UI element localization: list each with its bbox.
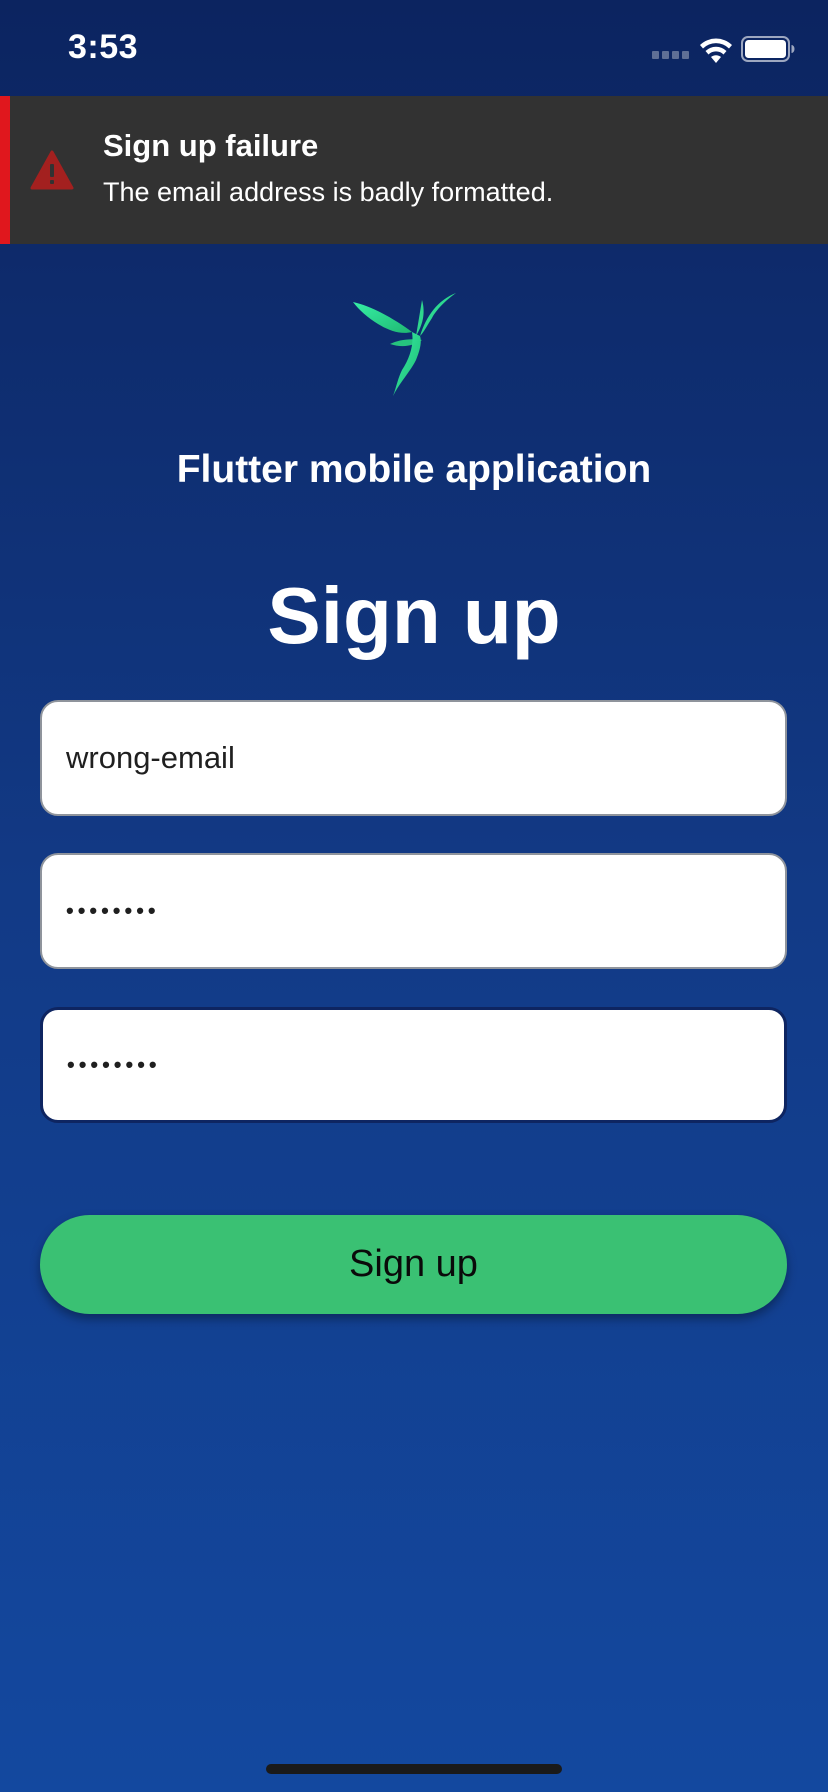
app-name: Flutter mobile application	[176, 448, 652, 491]
signup-screen: 3:53 Sign up failure The email address i…	[0, 0, 828, 1792]
status-bar: 3:53	[0, 0, 828, 96]
email-input[interactable]	[66, 702, 756, 814]
error-toast[interactable]	[0, 96, 828, 244]
warning-icon	[30, 150, 74, 190]
battery-icon	[741, 36, 795, 62]
sign-up-button[interactable]: Sign up	[40, 1215, 787, 1314]
confirm-password-field[interactable]	[40, 1007, 787, 1123]
email-field[interactable]	[40, 700, 787, 816]
home-indicator[interactable]	[266, 1764, 562, 1774]
wifi-icon	[700, 38, 732, 63]
password-field[interactable]	[40, 853, 787, 969]
status-time: 3:53	[68, 28, 139, 66]
page-title: Sign up	[267, 571, 561, 660]
toast-accent-bar	[0, 96, 10, 244]
confirm-password-input[interactable]	[67, 1010, 757, 1120]
hummingbird-logo-icon	[353, 293, 456, 396]
cellular-signal-icon	[652, 51, 690, 61]
toast-message: The email address is badly formatted.	[103, 177, 554, 207]
password-input[interactable]	[66, 855, 756, 967]
toast-title: Sign up failure	[103, 128, 319, 163]
